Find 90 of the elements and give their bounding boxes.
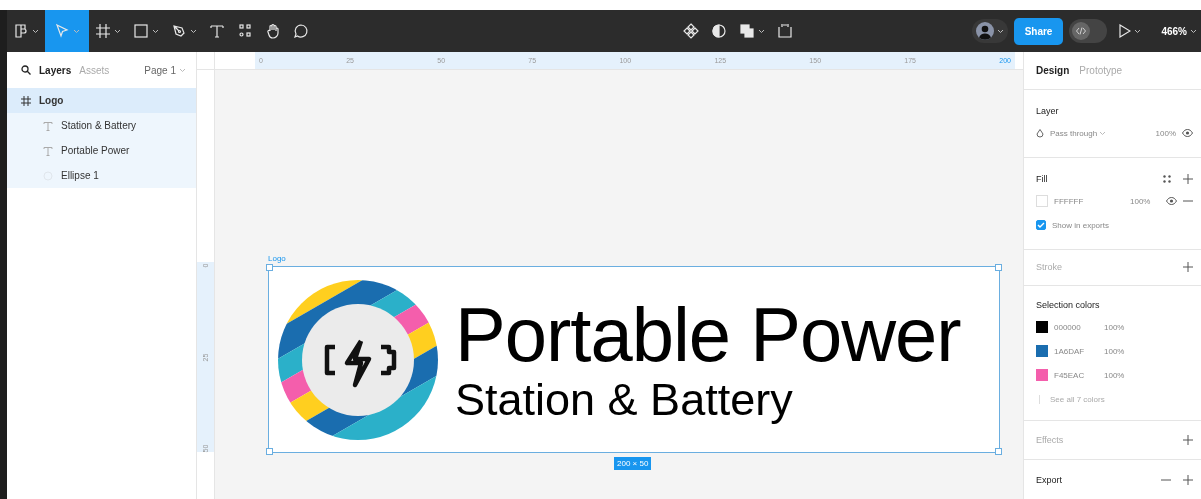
color-swatch[interactable] [1036, 321, 1048, 334]
plus-icon[interactable] [1183, 474, 1193, 485]
resources-icon [237, 23, 253, 39]
logo-menu-icon [13, 23, 29, 39]
section-heading: Effects [1036, 435, 1064, 446]
panel-tab[interactable]: Assets [79, 64, 110, 76]
opacity-value[interactable]: 100% [1130, 196, 1151, 206]
layer-row[interactable]: Logo [7, 88, 196, 113]
section-heading: Fill [1036, 174, 1048, 185]
zoom-menu[interactable]: 466% [1161, 25, 1197, 37]
chevron-down-icon [73, 28, 80, 34]
chevron-down-icon [152, 28, 159, 34]
panel-tab[interactable]: Prototype [1079, 64, 1123, 76]
cursor-icon [54, 23, 70, 39]
rectangle-icon [133, 23, 149, 39]
zoom-level: 466% [1161, 25, 1187, 37]
layer-name: Ellipse 1 [61, 170, 99, 181]
blend-mode-dropdown[interactable]: Pass through [1050, 128, 1120, 138]
chevron-down-icon [996, 28, 1004, 34]
dev-mode-toggle[interactable] [1069, 19, 1108, 43]
chevron-down-icon [179, 67, 186, 73]
checkbox-label: Show in exports [1052, 220, 1109, 230]
color-swatch[interactable] [1036, 195, 1048, 208]
layer-name: Logo [39, 95, 64, 106]
frame-icon [21, 95, 31, 106]
hex-value[interactable]: FFFFFF [1054, 196, 1124, 206]
plus-icon[interactable] [1183, 262, 1193, 273]
section-heading: Stroke [1036, 262, 1062, 273]
blend-icon [1036, 128, 1044, 138]
play-icon [1119, 24, 1132, 38]
section-heading: Export [1036, 474, 1062, 485]
share-button[interactable]: Share [1013, 17, 1064, 45]
plus-icon[interactable] [1183, 174, 1193, 185]
eye-icon[interactable] [1182, 129, 1193, 138]
logo-frame[interactable]: Portable Power Station & Battery [268, 266, 1000, 453]
resize-handle[interactable] [995, 264, 1002, 271]
section-heading: Selection colors [1036, 300, 1100, 311]
crop-icon [777, 23, 794, 39]
chevron-down-icon [1190, 28, 1197, 34]
section-heading: Layer [1036, 106, 1059, 117]
opacity-value[interactable]: 100% [1104, 322, 1125, 332]
opacity-value[interactable]: 100% [1155, 128, 1176, 138]
search-icon[interactable] [21, 65, 31, 75]
frame-label: Logo [268, 254, 286, 263]
chevron-down-icon [758, 28, 766, 34]
hex-value[interactable]: F45EAC [1054, 370, 1098, 380]
eye-icon[interactable] [1166, 197, 1177, 206]
layer-row[interactable]: Station & Battery [7, 113, 196, 138]
frame-icon [95, 23, 111, 39]
logo-title: Portable Power [455, 294, 961, 375]
page-name: Page 1 [144, 64, 176, 76]
layer-row[interactable]: Portable Power [7, 138, 196, 163]
text-icon [43, 120, 53, 131]
resize-handle[interactable] [266, 448, 273, 455]
pen-icon [171, 23, 187, 39]
see-all-link[interactable]: See all 7 colors [1039, 394, 1105, 404]
chevron-down-icon [32, 28, 39, 34]
avatar-icon [975, 22, 994, 40]
color-swatch[interactable] [1036, 369, 1048, 382]
boolean-icon [739, 23, 756, 39]
contrast-icon [711, 23, 728, 39]
resize-handle[interactable] [995, 448, 1002, 455]
color-swatch[interactable] [1036, 345, 1048, 358]
comment-icon [293, 23, 309, 39]
logo-subtitle: Station & Battery [455, 374, 794, 425]
text-icon [43, 145, 53, 156]
chevron-down-icon [114, 28, 121, 34]
layer-name: Portable Power [61, 145, 130, 156]
text-icon [209, 23, 225, 39]
chevron-down-icon [1099, 130, 1107, 136]
panel-tab[interactable]: Design [1036, 64, 1070, 76]
layer-name: Station & Battery [61, 120, 137, 131]
chevron-down-icon [1134, 28, 1142, 34]
code-icon [1072, 22, 1091, 40]
hand-icon [265, 23, 281, 39]
resize-handle[interactable] [266, 264, 273, 271]
panel-tab[interactable]: Layers [39, 64, 72, 76]
opacity-value[interactable]: 100% [1104, 346, 1125, 356]
checkbox[interactable] [1036, 220, 1046, 231]
plus-icon[interactable] [1183, 435, 1193, 446]
hex-value[interactable]: 000000 [1054, 322, 1098, 332]
hex-value[interactable]: 1A6DAF [1054, 346, 1098, 356]
size-label: 200 × 50 [614, 457, 652, 470]
page-menu[interactable]: Page 1 [144, 64, 186, 76]
chevron-down-icon [190, 28, 197, 34]
user-menu[interactable] [971, 19, 1008, 43]
opacity-value[interactable]: 100% [1104, 370, 1125, 380]
styles-icon[interactable] [1163, 175, 1171, 184]
layer-row[interactable]: Ellipse 1 [7, 163, 196, 188]
component-icon [683, 23, 700, 39]
